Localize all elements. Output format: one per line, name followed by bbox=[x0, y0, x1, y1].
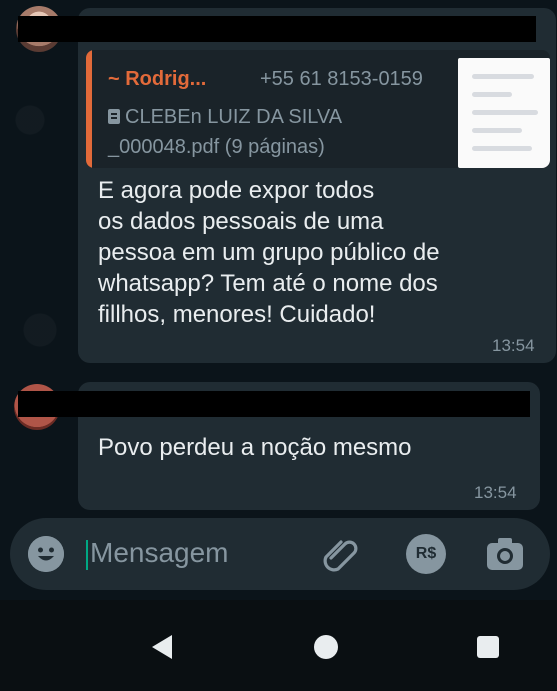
quote-author: ~ Rodrig... bbox=[108, 68, 207, 90]
document-icon bbox=[108, 109, 120, 124]
camera-icon[interactable] bbox=[486, 536, 524, 572]
back-icon[interactable] bbox=[148, 633, 176, 666]
message-time: 13:54 bbox=[474, 483, 517, 502]
home-icon[interactable] bbox=[314, 635, 338, 659]
quote-document: CLEBEn LUIZ DA SILVA _000048.pdf (9 pági… bbox=[108, 102, 428, 162]
quoted-message[interactable]: ~ Rodrig... +55 61 8153-0159 CLEBEn LUIZ… bbox=[86, 50, 550, 168]
payment-icon[interactable]: R$ bbox=[406, 534, 446, 574]
attach-icon[interactable] bbox=[323, 538, 361, 572]
message-composer[interactable]: Mensagem R$ bbox=[10, 518, 550, 590]
message-text: Povo perdeu a noção mesmo bbox=[98, 434, 412, 461]
emoji-icon[interactable] bbox=[28, 536, 64, 572]
redacted-sender-name bbox=[18, 16, 536, 42]
quote-phone: +55 61 8153-0159 bbox=[260, 68, 423, 90]
message-text: E agora pode expor todos os dados pessoa… bbox=[98, 177, 440, 328]
quote-document-name: CLEBEn LUIZ DA SILVA _000048.pdf (9 pági… bbox=[108, 106, 343, 158]
message-input[interactable]: Mensagem bbox=[90, 537, 229, 569]
quote-accent-bar bbox=[86, 50, 92, 168]
text-cursor bbox=[86, 540, 88, 570]
document-thumbnail[interactable] bbox=[458, 58, 550, 168]
recents-icon[interactable] bbox=[477, 636, 499, 658]
message-time: 13:54 bbox=[492, 336, 535, 355]
system-navigation-bar bbox=[0, 600, 557, 691]
redacted-sender-name bbox=[18, 391, 530, 417]
